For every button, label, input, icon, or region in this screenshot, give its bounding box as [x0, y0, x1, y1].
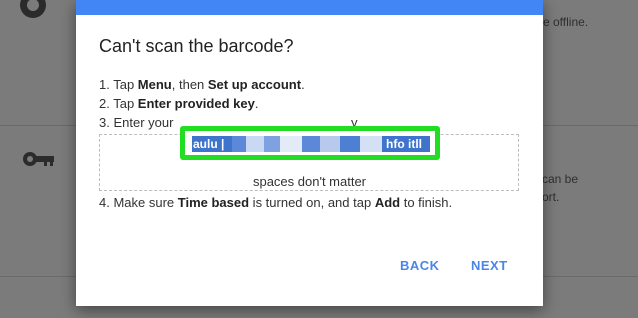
- step-4-number: 4. Make sure: [99, 195, 178, 210]
- cant-scan-dialog: Can't scan the barcode? 1. Tap Menu, the…: [76, 0, 543, 306]
- pixelation-block: [302, 136, 320, 152]
- step-4-end: to finish.: [400, 195, 453, 210]
- pixelation-block: [264, 136, 280, 152]
- step-2-end: .: [254, 96, 259, 111]
- step-1-setup: Set up account: [207, 77, 302, 92]
- key-start: aulu |: [193, 137, 225, 151]
- dialog-top-bar: [76, 0, 543, 15]
- key-value-selection[interactable]: aulu | hfo itll: [192, 136, 430, 152]
- step-3: 3. Enter your: [99, 115, 173, 130]
- pixelation-block: [340, 136, 360, 152]
- step-1-end: .: [301, 77, 305, 92]
- pixelation-block: [232, 136, 246, 152]
- pixelation-block: [320, 136, 340, 152]
- step-1: 1. Tap Menu, then Set up account.: [99, 77, 305, 92]
- step-1-mid: , then: [171, 77, 208, 92]
- background-text-ort: ort.: [542, 190, 560, 204]
- step-4-time-based: Time based: [177, 195, 250, 210]
- key-icon: [23, 152, 54, 166]
- back-button[interactable]: BACK: [400, 258, 440, 273]
- step-4: 4. Make sure Time based is turned on, an…: [99, 195, 452, 210]
- pixelation-block: [280, 136, 302, 152]
- step-1-menu: Menu: [137, 77, 172, 92]
- step-3-number: 3. Enter your: [99, 115, 174, 130]
- step-4-mid: is turned on, and tap: [249, 195, 375, 210]
- background-text-offline: e offline.: [543, 15, 589, 29]
- step-2-number: 2. Tap: [99, 96, 138, 111]
- key-highlight-box: aulu | hfo itll: [180, 126, 440, 160]
- key-end: hfo itll: [386, 137, 422, 151]
- step-4-add: Add: [374, 195, 401, 210]
- pixelation-block: [246, 136, 264, 152]
- background-text-can-be: can be: [542, 172, 579, 186]
- dialog-title: Can't scan the barcode?: [99, 36, 294, 56]
- step-1-number: 1. Tap: [99, 77, 138, 92]
- next-button[interactable]: NEXT: [471, 258, 508, 273]
- spaces-hint: spaces don't matter: [252, 174, 367, 189]
- step-2-enter-key: Enter provided key: [137, 96, 255, 111]
- pixelation-block: [360, 136, 382, 152]
- step-2: 2. Tap Enter provided key.: [99, 96, 258, 111]
